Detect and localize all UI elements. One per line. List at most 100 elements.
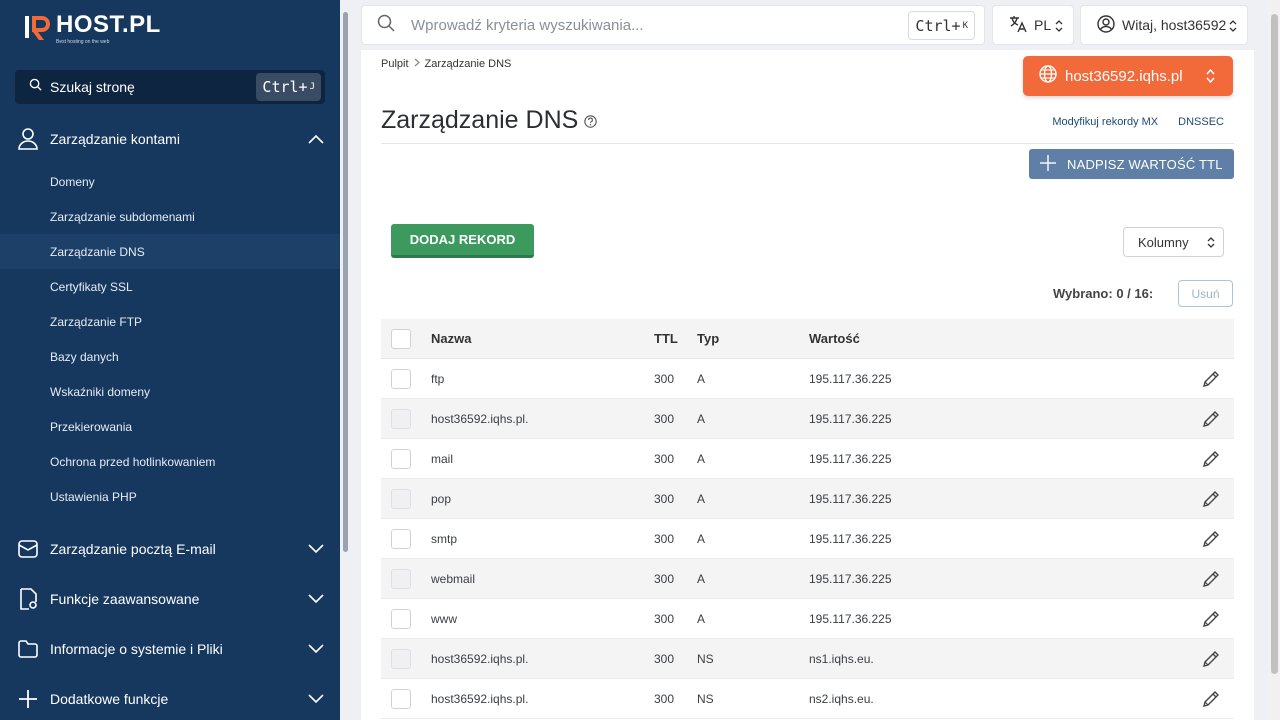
translate-icon xyxy=(1009,15,1027,36)
pencil-icon[interactable] xyxy=(1201,609,1221,632)
dnssec-link[interactable]: DNSSEC xyxy=(1178,116,1224,128)
table-row: ftp 300 A 195.117.36.225 xyxy=(381,359,1234,399)
record-ttl: 300 xyxy=(654,411,675,426)
pencil-icon[interactable] xyxy=(1201,369,1221,392)
page-scrollbar[interactable] xyxy=(1268,0,1280,720)
record-type: NS xyxy=(697,651,714,666)
select-arrows-icon xyxy=(1229,19,1237,36)
record-type: A xyxy=(697,411,706,426)
breadcrumb-home[interactable]: Pulpit xyxy=(381,58,409,70)
record-value: ns2.iqhs.eu. xyxy=(809,691,874,706)
host-name: host36592.iqhs.pl xyxy=(1065,67,1183,85)
record-name: host36592.iqhs.pl. xyxy=(431,651,529,666)
sidebar-item-subdomains[interactable]: Zarządzanie subdomenami xyxy=(0,199,340,234)
row-checkbox[interactable] xyxy=(391,529,411,549)
pencil-icon[interactable] xyxy=(1201,409,1221,432)
sidebar-section-accounts[interactable]: Zarządzanie kontami xyxy=(0,114,340,164)
sidebar-item-ssl[interactable]: Certyfikaty SSL xyxy=(0,269,340,304)
modify-mx-link[interactable]: Modyfikuj rekordy MX xyxy=(1052,116,1158,128)
table-row: mail 300 A 195.117.36.225 xyxy=(381,439,1234,479)
row-checkbox[interactable] xyxy=(391,449,411,469)
sidebar-item-ftp[interactable]: Zarządzanie FTP xyxy=(0,304,340,339)
chevron-down-icon xyxy=(308,541,324,557)
sidebar-item-php[interactable]: Ustawienia PHP xyxy=(0,479,340,514)
record-value: ns1.iqhs.eu. xyxy=(809,651,874,666)
user-circle-icon xyxy=(1097,14,1115,36)
sidebar-section-email[interactable]: Zarządzanie pocztą E-mail xyxy=(0,524,340,574)
sidebar-section-label: Informacje o systemie i Pliki xyxy=(50,641,223,657)
help-icon[interactable] xyxy=(584,106,598,135)
record-name: host36592.iqhs.pl. xyxy=(431,411,529,426)
override-ttl-button[interactable]: NADPISZ WARTOŚĆ TTL xyxy=(1029,149,1234,179)
language-label: PL xyxy=(1034,17,1052,33)
pencil-icon[interactable] xyxy=(1201,489,1221,512)
record-value: 195.117.36.225 xyxy=(809,571,892,586)
record-type: A xyxy=(697,571,706,586)
title-divider xyxy=(381,143,1234,144)
table-row: host36592.iqhs.pl. 300 NS ns1.iqhs.eu. xyxy=(381,639,1234,679)
plus-icon xyxy=(17,688,39,710)
override-ttl-label: NADPISZ WARTOŚĆ TTL xyxy=(1067,156,1223,172)
search-input[interactable] xyxy=(411,16,881,34)
row-checkbox[interactable] xyxy=(391,609,411,629)
search-icon xyxy=(29,78,42,96)
mail-icon xyxy=(17,538,39,560)
search-icon xyxy=(377,14,395,37)
column-header-name[interactable]: Nazwa xyxy=(431,331,471,346)
globe-icon xyxy=(1039,65,1057,87)
pencil-icon[interactable] xyxy=(1201,569,1221,592)
global-search[interactable]: Ctrl+K xyxy=(361,5,985,45)
sidebar-item-dns[interactable]: Zarządzanie DNS xyxy=(0,234,340,269)
add-record-button[interactable]: DODAJ REKORD xyxy=(391,224,534,258)
sidebar-item-domain-pointers[interactable]: Wskaźniki domeny xyxy=(0,374,340,409)
record-type: A xyxy=(697,451,706,466)
columns-select[interactable]: Kolumny xyxy=(1123,227,1224,257)
record-name: webmail xyxy=(431,571,476,586)
settings-doc-icon xyxy=(17,588,39,610)
row-checkbox[interactable] xyxy=(391,689,411,709)
logo[interactable]: HOST.PL Best hosting on the web xyxy=(22,12,161,45)
sidebar-scrollbar[interactable] xyxy=(342,0,348,720)
chevron-right-icon xyxy=(414,58,420,70)
row-checkbox[interactable] xyxy=(391,569,411,589)
language-select[interactable]: PL xyxy=(992,5,1074,45)
sidebar-item-domains[interactable]: Domeny xyxy=(0,164,340,199)
record-type: A xyxy=(697,611,706,626)
chevron-down-icon xyxy=(308,691,324,707)
column-header-type[interactable]: Typ xyxy=(697,331,719,346)
record-name: smtp xyxy=(431,531,458,546)
sidebar-item-databases[interactable]: Bazy danych xyxy=(0,339,340,374)
column-header-value[interactable]: Wartość xyxy=(809,331,860,346)
selected-count: Wybrano: 0 / 16: xyxy=(1053,286,1154,301)
sidebar-section-system[interactable]: Informacje o systemie i Pliki xyxy=(0,624,340,674)
pencil-icon[interactable] xyxy=(1201,689,1221,712)
sidebar-section-label: Dodatkowe funkcje xyxy=(50,691,169,707)
select-arrows-icon xyxy=(1206,68,1215,88)
sidebar-section-extra[interactable]: Dodatkowe funkcje xyxy=(0,674,340,720)
sidebar-item-hotlink[interactable]: Ochrona przed hotlinkowaniem xyxy=(0,444,340,479)
page-title-text: Zarządzanie DNS xyxy=(381,106,579,134)
column-header-ttl[interactable]: TTL xyxy=(654,331,678,346)
sidebar-search-label: Szukaj stronę xyxy=(50,79,135,95)
sidebar-search[interactable]: Szukaj stronę Ctrl+ J xyxy=(15,70,325,104)
pencil-icon[interactable] xyxy=(1201,449,1221,472)
folder-icon xyxy=(17,638,39,660)
host-select-button[interactable]: host36592.iqhs.pl xyxy=(1023,56,1233,96)
delete-button[interactable]: Usuń xyxy=(1178,280,1233,307)
sidebar-section-label: Funkcje zaawansowane xyxy=(50,591,200,607)
logo-title: HOST.PL xyxy=(56,11,161,38)
sidebar-section-advanced[interactable]: Funkcje zaawansowane xyxy=(0,574,340,624)
user-icon xyxy=(17,128,39,150)
row-checkbox[interactable] xyxy=(391,409,411,429)
chevron-up-icon xyxy=(308,131,324,147)
pencil-icon[interactable] xyxy=(1201,529,1221,552)
row-checkbox[interactable] xyxy=(391,489,411,509)
pencil-icon[interactable] xyxy=(1201,649,1221,672)
row-checkbox[interactable] xyxy=(391,649,411,669)
record-name: mail xyxy=(431,451,454,466)
sidebar-item-redirects[interactable]: Przekierowania xyxy=(0,409,340,444)
record-ttl: 300 xyxy=(654,571,675,586)
row-checkbox[interactable] xyxy=(391,369,411,389)
select-all-checkbox[interactable] xyxy=(391,329,411,349)
user-menu[interactable]: Witaj, host36592 xyxy=(1080,5,1248,45)
